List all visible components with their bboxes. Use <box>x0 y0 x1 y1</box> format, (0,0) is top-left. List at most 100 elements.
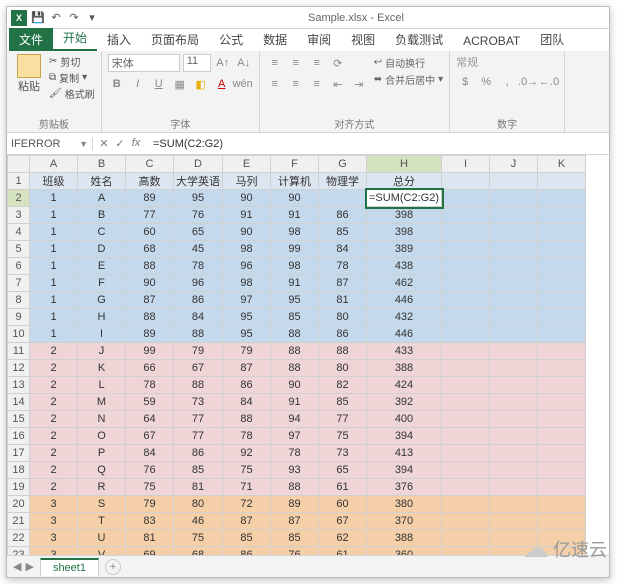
cell[interactable] <box>538 462 586 479</box>
header-cell[interactable]: 总分 <box>367 173 442 190</box>
row-header[interactable]: 13 <box>8 377 30 394</box>
add-sheet-button[interactable]: + <box>105 559 121 575</box>
border-button[interactable]: ▦ <box>171 75 189 93</box>
cell[interactable]: 78 <box>126 377 174 394</box>
accounting-format-icon[interactable]: $ <box>456 73 474 91</box>
row-header[interactable]: 22 <box>8 530 30 547</box>
column-header[interactable]: E <box>223 156 271 173</box>
cell[interactable] <box>538 394 586 411</box>
cell[interactable]: 2 <box>30 394 78 411</box>
tab-home[interactable]: 开始 <box>53 26 97 51</box>
cell[interactable]: C <box>78 224 126 241</box>
cell[interactable]: 90 <box>271 377 319 394</box>
cell[interactable]: 46 <box>174 513 223 530</box>
cell[interactable]: 87 <box>223 513 271 530</box>
cell[interactable] <box>442 462 490 479</box>
cell[interactable] <box>442 360 490 377</box>
cell[interactable] <box>538 275 586 292</box>
cell[interactable] <box>442 496 490 513</box>
cell[interactable]: 98 <box>223 275 271 292</box>
comma-format-icon[interactable]: , <box>498 73 516 91</box>
cell[interactable]: 2 <box>30 462 78 479</box>
cell[interactable]: O <box>78 428 126 445</box>
cell[interactable]: 1 <box>30 241 78 258</box>
cell[interactable]: 3 <box>30 513 78 530</box>
paste-button[interactable]: 粘贴 <box>13 54 45 101</box>
cell[interactable]: 88 <box>126 309 174 326</box>
cell[interactable]: 2 <box>30 377 78 394</box>
cell[interactable] <box>490 445 538 462</box>
cell[interactable]: 433 <box>367 343 442 360</box>
cell[interactable]: 86 <box>319 207 367 224</box>
cell[interactable]: Q <box>78 462 126 479</box>
cell[interactable] <box>490 360 538 377</box>
cell[interactable]: I <box>78 326 126 343</box>
cell[interactable]: 78 <box>174 258 223 275</box>
align-top-icon[interactable]: ≡ <box>266 54 284 72</box>
cell[interactable]: 80 <box>174 496 223 513</box>
sheet-tab[interactable]: sheet1 <box>40 558 99 576</box>
column-header[interactable]: J <box>490 156 538 173</box>
cell[interactable] <box>442 411 490 428</box>
tab-data[interactable]: 数据 <box>253 28 297 51</box>
cell[interactable]: 95 <box>271 292 319 309</box>
cell[interactable]: 95 <box>223 326 271 343</box>
row-header[interactable]: 12 <box>8 360 30 377</box>
cell[interactable] <box>490 258 538 275</box>
cell[interactable]: 81 <box>319 292 367 309</box>
cell[interactable]: 88 <box>126 258 174 275</box>
cell[interactable]: L <box>78 377 126 394</box>
column-header[interactable]: C <box>126 156 174 173</box>
cell[interactable]: 98 <box>271 224 319 241</box>
row-header[interactable]: 3 <box>8 207 30 224</box>
cell[interactable]: 77 <box>174 411 223 428</box>
cell[interactable]: 388 <box>367 360 442 377</box>
cell[interactable]: 65 <box>319 462 367 479</box>
row-header[interactable]: 21 <box>8 513 30 530</box>
cell[interactable]: 398 <box>367 207 442 224</box>
cell[interactable]: 446 <box>367 326 442 343</box>
cell[interactable]: 66 <box>126 360 174 377</box>
cell[interactable]: 62 <box>319 530 367 547</box>
cell[interactable]: G <box>78 292 126 309</box>
cell[interactable]: 96 <box>223 258 271 275</box>
row-header[interactable]: 19 <box>8 479 30 496</box>
cell[interactable]: 99 <box>126 343 174 360</box>
merge-center-button[interactable]: ⬌合并后居中 ▾ <box>374 71 443 88</box>
font-name-select[interactable]: 宋体 <box>108 54 180 72</box>
tab-insert[interactable]: 插入 <box>97 28 141 51</box>
row-header[interactable]: 4 <box>8 224 30 241</box>
cell[interactable]: E <box>78 258 126 275</box>
cell[interactable] <box>538 309 586 326</box>
cell[interactable] <box>538 258 586 275</box>
cell[interactable]: 82 <box>319 377 367 394</box>
fill-color-button[interactable]: ◧ <box>192 75 210 93</box>
cell[interactable]: 84 <box>223 394 271 411</box>
cell[interactable]: 2 <box>30 428 78 445</box>
cell[interactable] <box>490 292 538 309</box>
cell[interactable]: 380 <box>367 496 442 513</box>
select-all-cell[interactable] <box>8 156 30 173</box>
tab-file[interactable]: 文件 <box>9 28 53 51</box>
cell[interactable]: 98 <box>271 258 319 275</box>
qat-dropdown-icon[interactable]: ▾ <box>85 11 99 25</box>
cell[interactable]: 93 <box>271 462 319 479</box>
cell[interactable]: 61 <box>319 547 367 556</box>
cell[interactable]: 91 <box>271 394 319 411</box>
cell[interactable]: 67 <box>174 360 223 377</box>
column-header[interactable]: G <box>319 156 367 173</box>
cell[interactable]: 389 <box>367 241 442 258</box>
cell[interactable] <box>442 428 490 445</box>
cell[interactable]: N <box>78 411 126 428</box>
cell[interactable]: 97 <box>223 292 271 309</box>
cell[interactable]: 446 <box>367 292 442 309</box>
cell[interactable]: 91 <box>271 207 319 224</box>
cell[interactable] <box>538 377 586 394</box>
header-cell[interactable]: 计算机 <box>271 173 319 190</box>
tab-view[interactable]: 视图 <box>341 28 385 51</box>
cell[interactable]: 388 <box>367 530 442 547</box>
cell[interactable] <box>442 309 490 326</box>
column-header[interactable]: K <box>538 156 586 173</box>
cell[interactable] <box>442 326 490 343</box>
cell[interactable]: 87 <box>223 360 271 377</box>
